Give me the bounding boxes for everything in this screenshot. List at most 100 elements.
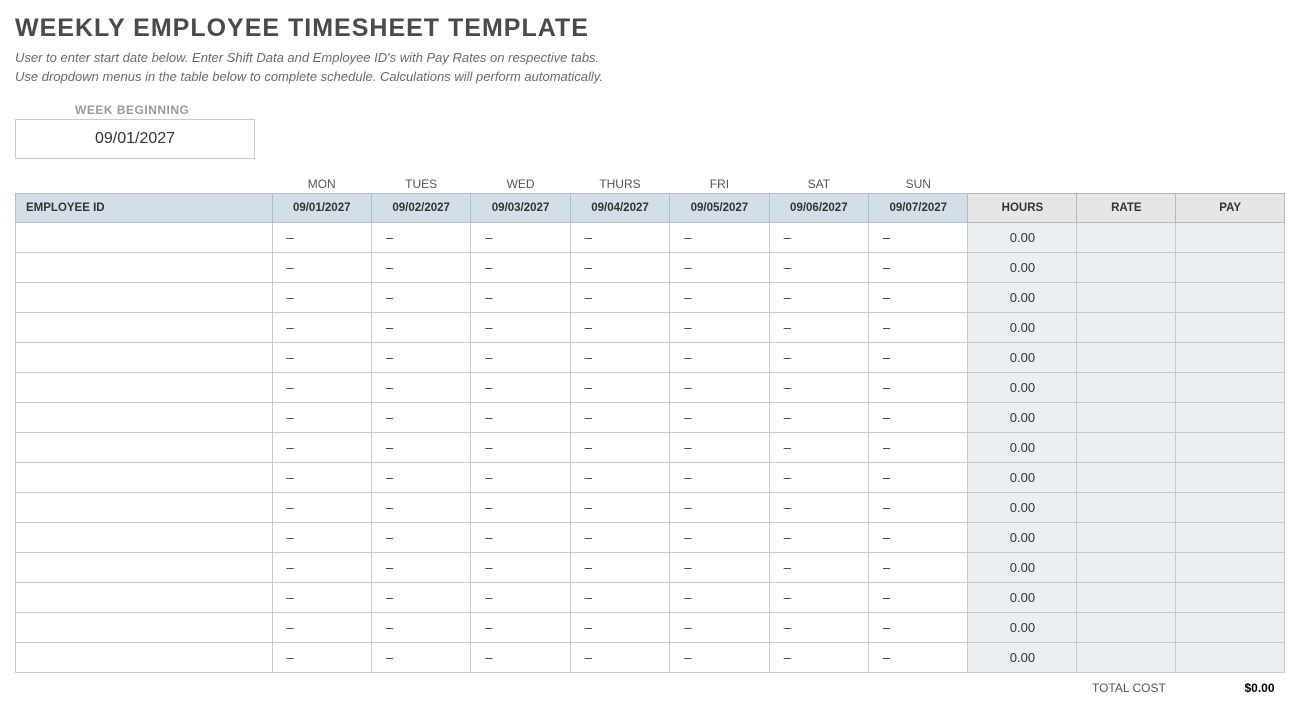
- shift-cell[interactable]: –: [869, 342, 968, 372]
- shift-cell[interactable]: –: [371, 582, 470, 612]
- shift-cell[interactable]: –: [570, 462, 669, 492]
- shift-cell[interactable]: –: [272, 642, 371, 672]
- shift-cell[interactable]: –: [570, 522, 669, 552]
- shift-cell[interactable]: –: [272, 402, 371, 432]
- shift-cell[interactable]: –: [769, 642, 868, 672]
- shift-cell[interactable]: –: [371, 642, 470, 672]
- shift-cell[interactable]: –: [670, 252, 769, 282]
- shift-cell[interactable]: –: [670, 222, 769, 252]
- employee-id-cell[interactable]: [16, 462, 273, 492]
- employee-id-cell[interactable]: [16, 582, 273, 612]
- shift-cell[interactable]: –: [670, 372, 769, 402]
- shift-cell[interactable]: –: [670, 522, 769, 552]
- shift-cell[interactable]: –: [670, 432, 769, 462]
- employee-id-cell[interactable]: [16, 522, 273, 552]
- employee-id-cell[interactable]: [16, 282, 273, 312]
- shift-cell[interactable]: –: [272, 522, 371, 552]
- shift-cell[interactable]: –: [471, 402, 570, 432]
- shift-cell[interactable]: –: [869, 252, 968, 282]
- shift-cell[interactable]: –: [670, 612, 769, 642]
- shift-cell[interactable]: –: [570, 222, 669, 252]
- shift-cell[interactable]: –: [471, 432, 570, 462]
- shift-cell[interactable]: –: [570, 492, 669, 522]
- shift-cell[interactable]: –: [471, 372, 570, 402]
- employee-id-cell[interactable]: [16, 312, 273, 342]
- shift-cell[interactable]: –: [769, 402, 868, 432]
- shift-cell[interactable]: –: [570, 552, 669, 582]
- shift-cell[interactable]: –: [471, 312, 570, 342]
- shift-cell[interactable]: –: [371, 252, 470, 282]
- shift-cell[interactable]: –: [570, 612, 669, 642]
- employee-id-cell[interactable]: [16, 252, 273, 282]
- shift-cell[interactable]: –: [371, 312, 470, 342]
- shift-cell[interactable]: –: [272, 582, 371, 612]
- shift-cell[interactable]: –: [272, 252, 371, 282]
- shift-cell[interactable]: –: [869, 612, 968, 642]
- shift-cell[interactable]: –: [471, 582, 570, 612]
- shift-cell[interactable]: –: [769, 312, 868, 342]
- shift-cell[interactable]: –: [570, 402, 669, 432]
- shift-cell[interactable]: –: [371, 282, 470, 312]
- shift-cell[interactable]: –: [272, 432, 371, 462]
- shift-cell[interactable]: –: [471, 552, 570, 582]
- shift-cell[interactable]: –: [471, 342, 570, 372]
- shift-cell[interactable]: –: [869, 552, 968, 582]
- shift-cell[interactable]: –: [869, 642, 968, 672]
- shift-cell[interactable]: –: [471, 492, 570, 522]
- shift-cell[interactable]: –: [570, 252, 669, 282]
- shift-cell[interactable]: –: [869, 402, 968, 432]
- shift-cell[interactable]: –: [869, 282, 968, 312]
- shift-cell[interactable]: –: [272, 552, 371, 582]
- shift-cell[interactable]: –: [371, 372, 470, 402]
- shift-cell[interactable]: –: [670, 402, 769, 432]
- shift-cell[interactable]: –: [570, 432, 669, 462]
- shift-cell[interactable]: –: [570, 342, 669, 372]
- shift-cell[interactable]: –: [769, 432, 868, 462]
- shift-cell[interactable]: –: [371, 522, 470, 552]
- shift-cell[interactable]: –: [371, 552, 470, 582]
- shift-cell[interactable]: –: [769, 282, 868, 312]
- shift-cell[interactable]: –: [869, 522, 968, 552]
- employee-id-cell[interactable]: [16, 372, 273, 402]
- shift-cell[interactable]: –: [869, 492, 968, 522]
- week-beginning-input[interactable]: [15, 119, 255, 159]
- shift-cell[interactable]: –: [371, 402, 470, 432]
- shift-cell[interactable]: –: [371, 612, 470, 642]
- shift-cell[interactable]: –: [670, 492, 769, 522]
- shift-cell[interactable]: –: [769, 492, 868, 522]
- shift-cell[interactable]: –: [371, 342, 470, 372]
- shift-cell[interactable]: –: [769, 582, 868, 612]
- shift-cell[interactable]: –: [869, 312, 968, 342]
- shift-cell[interactable]: –: [371, 492, 470, 522]
- shift-cell[interactable]: –: [670, 552, 769, 582]
- shift-cell[interactable]: –: [371, 222, 470, 252]
- employee-id-cell[interactable]: [16, 402, 273, 432]
- shift-cell[interactable]: –: [272, 312, 371, 342]
- shift-cell[interactable]: –: [471, 222, 570, 252]
- shift-cell[interactable]: –: [570, 642, 669, 672]
- shift-cell[interactable]: –: [769, 552, 868, 582]
- employee-id-cell[interactable]: [16, 642, 273, 672]
- shift-cell[interactable]: –: [670, 342, 769, 372]
- shift-cell[interactable]: –: [272, 342, 371, 372]
- shift-cell[interactable]: –: [570, 312, 669, 342]
- shift-cell[interactable]: –: [769, 342, 868, 372]
- shift-cell[interactable]: –: [769, 252, 868, 282]
- shift-cell[interactable]: –: [570, 282, 669, 312]
- shift-cell[interactable]: –: [471, 252, 570, 282]
- shift-cell[interactable]: –: [471, 282, 570, 312]
- shift-cell[interactable]: –: [670, 462, 769, 492]
- employee-id-cell[interactable]: [16, 612, 273, 642]
- employee-id-cell[interactable]: [16, 552, 273, 582]
- shift-cell[interactable]: –: [272, 462, 371, 492]
- shift-cell[interactable]: –: [471, 462, 570, 492]
- shift-cell[interactable]: –: [869, 222, 968, 252]
- shift-cell[interactable]: –: [272, 222, 371, 252]
- shift-cell[interactable]: –: [769, 222, 868, 252]
- shift-cell[interactable]: –: [769, 612, 868, 642]
- shift-cell[interactable]: –: [570, 582, 669, 612]
- shift-cell[interactable]: –: [769, 522, 868, 552]
- shift-cell[interactable]: –: [272, 612, 371, 642]
- employee-id-cell[interactable]: [16, 222, 273, 252]
- shift-cell[interactable]: –: [272, 492, 371, 522]
